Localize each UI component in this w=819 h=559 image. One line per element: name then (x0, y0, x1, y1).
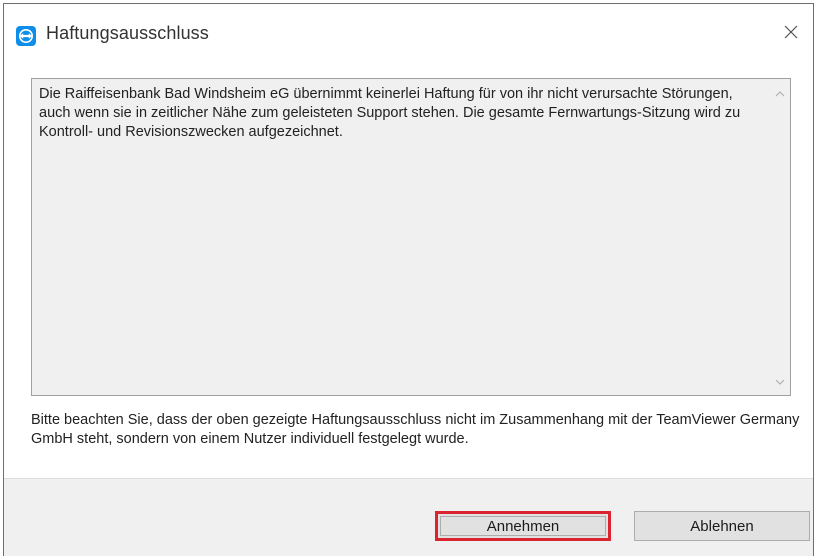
dialog-content: Die Raiffeisenbank Bad Windsheim eG über… (4, 68, 813, 478)
chevron-down-icon (775, 372, 785, 390)
notice-text: Bitte beachten Sie, dass der oben gezeig… (31, 412, 800, 447)
decline-button[interactable]: Ablehnen (634, 511, 810, 541)
scroll-down-button[interactable] (770, 371, 790, 391)
teamviewer-icon (16, 26, 36, 46)
button-bar: Annehmen Ablehnen (4, 478, 813, 556)
chevron-up-icon (775, 84, 785, 102)
disclaimer-text: Die Raiffeisenbank Bad Windsheim eG über… (39, 86, 741, 140)
vertical-scrollbar[interactable] (770, 79, 790, 395)
accept-button[interactable]: Annehmen (435, 511, 611, 541)
dialog-title: Haftungsausschluss (46, 23, 209, 43)
disclaimer-dialog: Haftungsausschluss Die Raiffeisenbank Ba… (3, 3, 814, 556)
title-bar: Haftungsausschluss (4, 4, 813, 68)
close-button[interactable] (769, 12, 813, 56)
scroll-up-button[interactable] (770, 83, 790, 103)
close-icon (783, 24, 799, 45)
disclaimer-textbox[interactable]: Die Raiffeisenbank Bad Windsheim eG über… (31, 78, 791, 396)
